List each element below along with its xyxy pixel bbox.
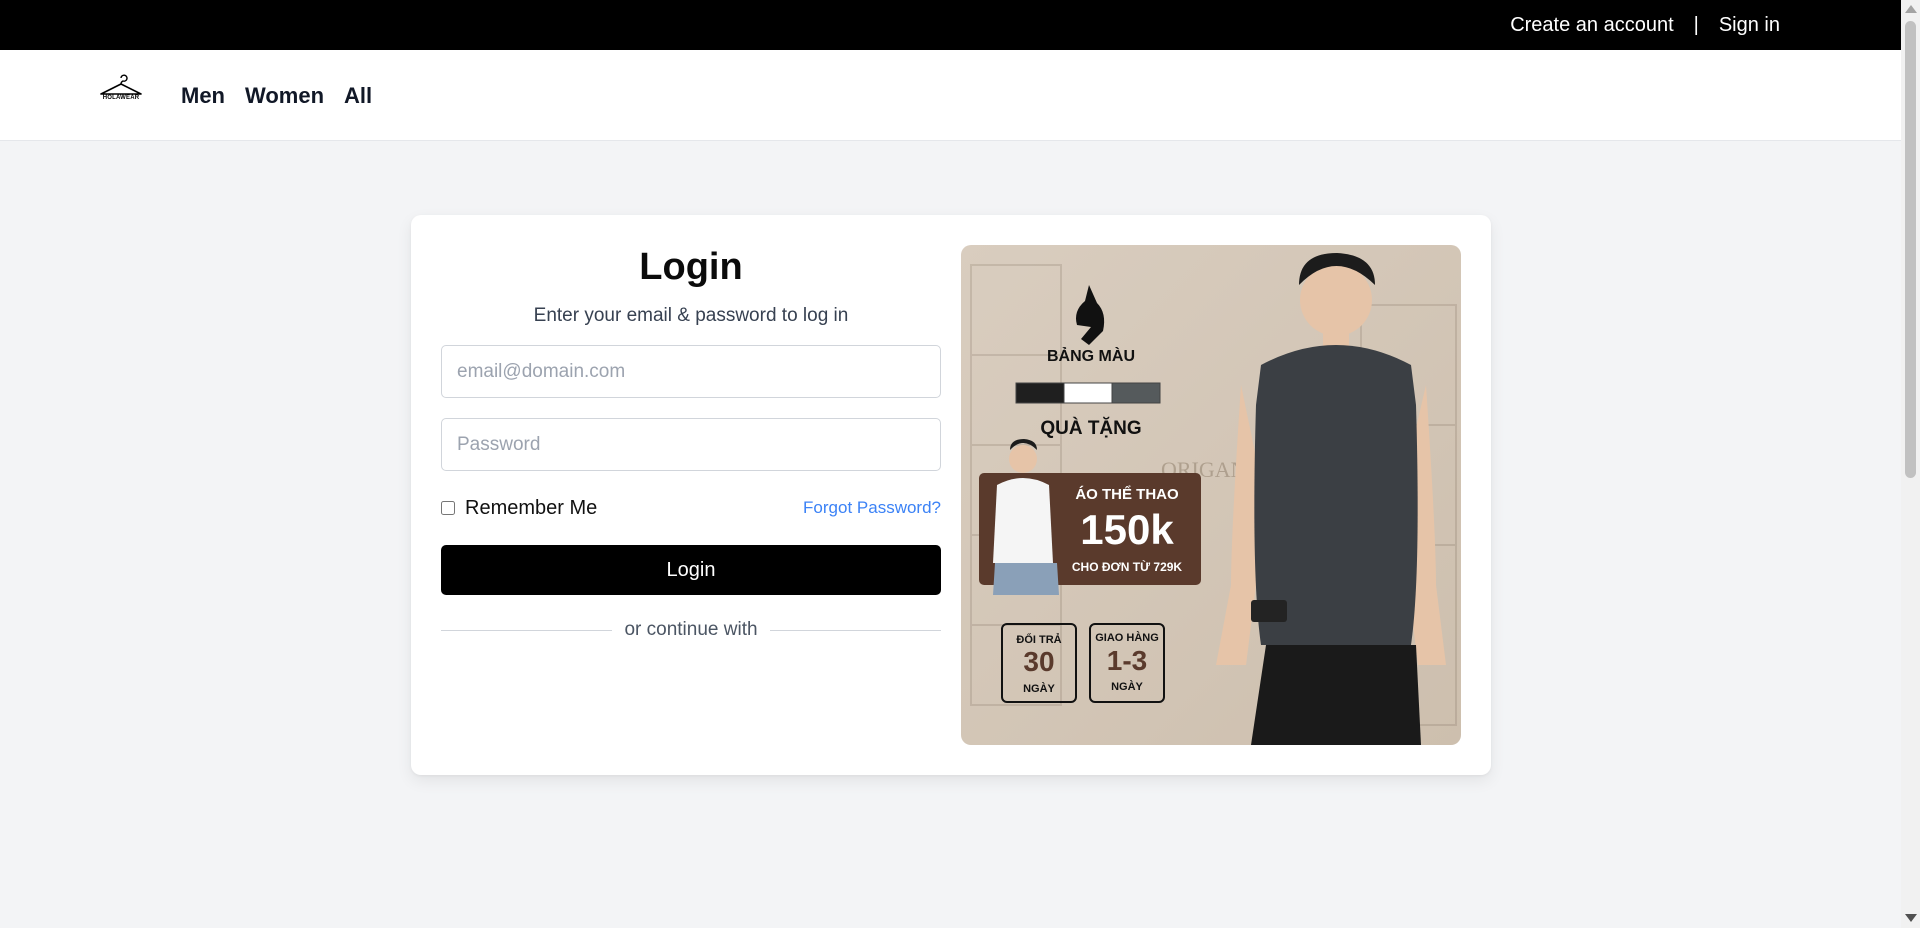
top-bar: Create an account | Sign in (0, 0, 1901, 50)
logo-text: HOLAWEAR (102, 95, 140, 101)
palette-title: BẢNG MÀU (1047, 346, 1135, 365)
shipping-value: 1-3 (1107, 645, 1147, 676)
account-links: Create an account | Sign in (1510, 0, 1780, 50)
divider-line-right (769, 629, 942, 631)
gift-title: QUÀ TẶNG (1040, 417, 1141, 439)
gift-product: ÁO THỂ THAO (1075, 485, 1179, 503)
brand-logo[interactable]: HOLAWEAR (98, 74, 144, 112)
swatch-gray (1111, 382, 1161, 404)
swatch-white (1063, 382, 1113, 404)
create-account-link[interactable]: Create an account (1510, 14, 1673, 37)
login-form: Login Enter your email & password to log… (441, 245, 942, 641)
category-nav: Men Women All (181, 50, 372, 141)
remember-me-checkbox[interactable] (441, 501, 455, 515)
return-label: ĐỔI TRẢ (1016, 633, 1061, 646)
scroll-down-arrow-icon[interactable] (1905, 914, 1917, 922)
nav-link-men[interactable]: Men (181, 83, 225, 109)
sign-in-link[interactable]: Sign in (1719, 14, 1780, 37)
divider-line-left (441, 629, 613, 631)
hanger-icon (100, 74, 142, 95)
color-swatches (1015, 382, 1161, 404)
gift-condition: CHO ĐƠN TỪ 729K (1072, 559, 1183, 574)
email-input[interactable] (441, 345, 941, 398)
remember-row: Remember Me Forgot Password? (441, 495, 941, 521)
login-card: Login Enter your email & password to log… (411, 215, 1491, 775)
main-navbar: HOLAWEAR Men Women All (0, 50, 1901, 141)
login-button[interactable]: Login (441, 545, 941, 595)
shipping-unit: NGÀY (1111, 680, 1143, 693)
page-scrollbar[interactable] (1901, 0, 1920, 928)
swatch-black (1015, 382, 1065, 404)
promo-banner: ORIGANO BẢNG MÀU QUÀ TẶNG ÁO THỂ THAO 15… (961, 245, 1461, 745)
continue-divider: or continue with (441, 619, 942, 641)
nav-link-all[interactable]: All (344, 83, 372, 109)
shipping-label: GIAO HÀNG (1095, 631, 1159, 644)
login-subtitle: Enter your email & password to log in (533, 305, 849, 326)
scroll-up-arrow-icon[interactable] (1905, 5, 1917, 13)
nav-link-women[interactable]: Women (245, 83, 324, 109)
return-value: 30 (1023, 646, 1054, 677)
remember-me[interactable]: Remember Me (441, 497, 597, 520)
divider-text: or continue with (624, 619, 758, 640)
remember-me-label: Remember Me (465, 496, 598, 519)
login-title: Login (639, 246, 743, 288)
gift-price: 150k (1080, 506, 1174, 553)
return-unit: NGÀY (1023, 682, 1055, 695)
password-input[interactable] (441, 418, 941, 471)
link-separator: | (1693, 13, 1699, 36)
scrollbar-thumb[interactable] (1905, 21, 1916, 478)
forgot-password-link[interactable]: Forgot Password? (803, 498, 941, 518)
promo-image: ORIGANO BẢNG MÀU QUÀ TẶNG ÁO THỂ THAO 15… (961, 245, 1461, 745)
